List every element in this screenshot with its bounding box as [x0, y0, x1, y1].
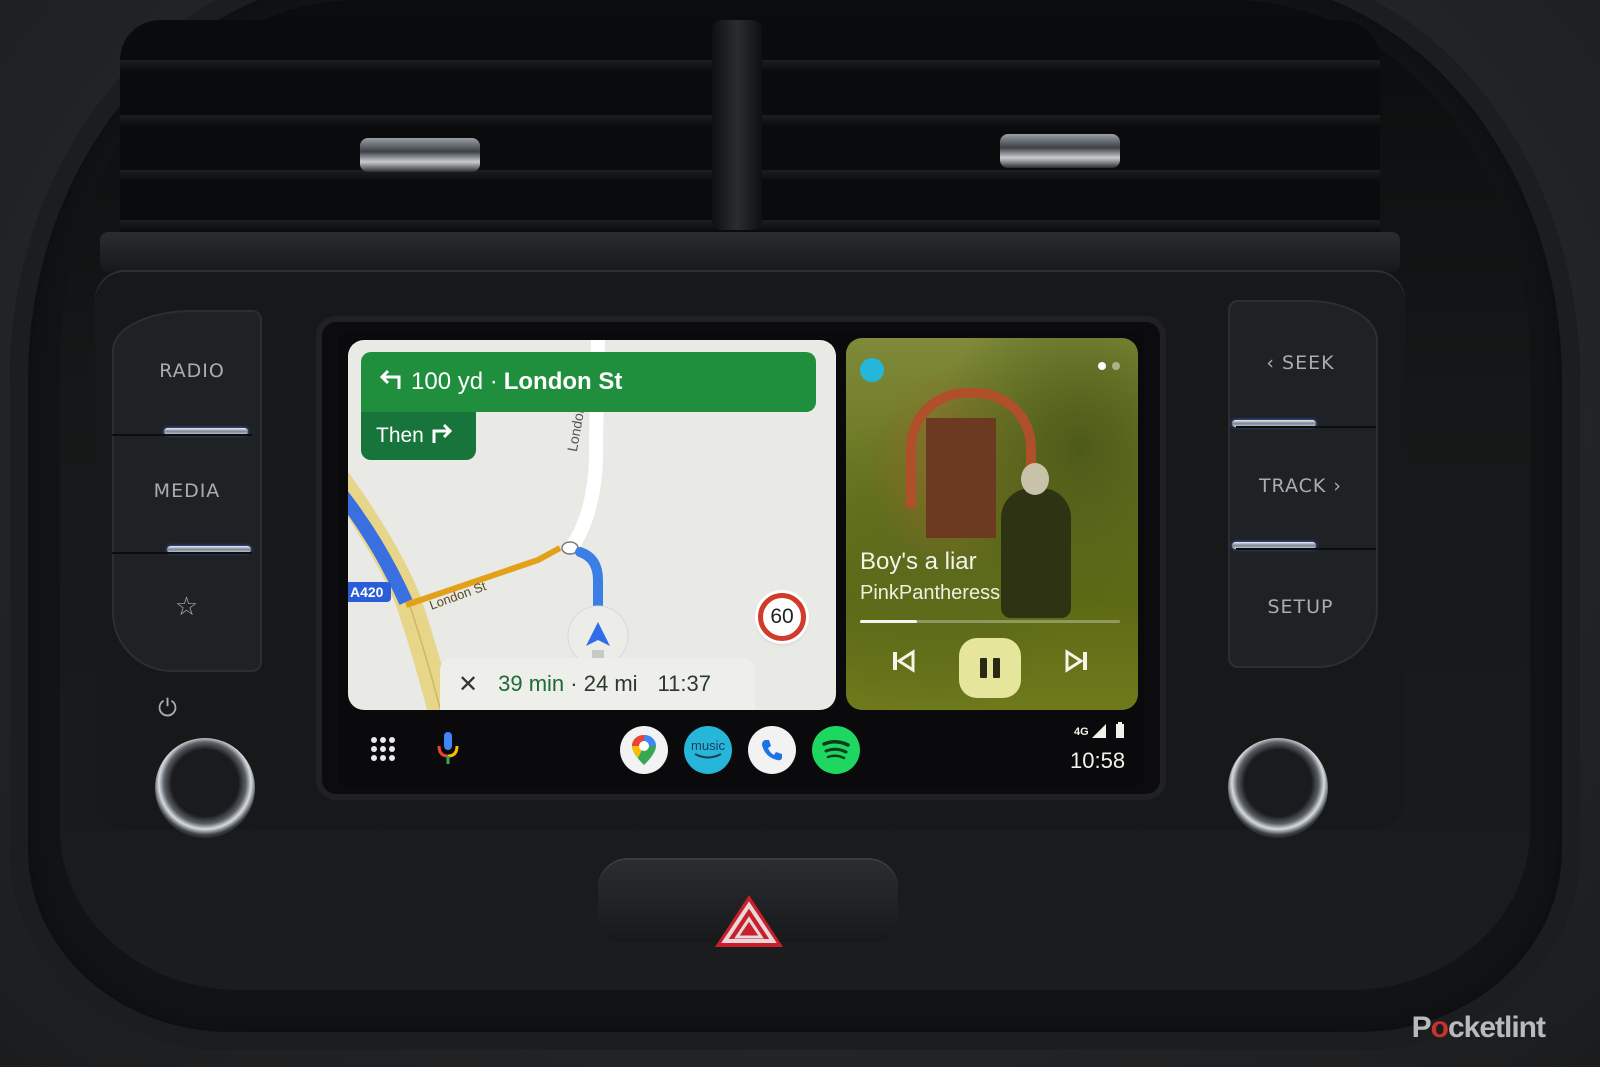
page-dot-active — [1098, 362, 1106, 370]
navigation-card[interactable]: A420 London St London St 100 yd · London… — [348, 340, 836, 710]
previous-track-button[interactable] — [890, 648, 916, 681]
vent-divider — [712, 20, 762, 230]
tune-knob[interactable] — [1228, 738, 1328, 838]
page-dot — [1112, 362, 1120, 370]
vent-lip — [100, 232, 1400, 272]
road-label-a420: A420 — [348, 582, 392, 602]
media-card[interactable]: Boy's a liar PinkPantheress — [846, 338, 1138, 710]
album-art-figure — [1001, 488, 1071, 618]
pause-icon-bar — [980, 658, 987, 678]
microphone-icon — [437, 732, 459, 764]
eta-bar[interactable]: ✕ 39 min · 24 mi 11:37 — [440, 658, 755, 710]
app-launcher-button[interactable] — [370, 736, 396, 767]
android-auto-screen: A420 London St London St 100 yd · London… — [338, 334, 1144, 786]
radio-button[interactable]: RADIO — [132, 360, 252, 382]
star-icon: ☆ — [174, 592, 200, 622]
button-separator — [1236, 426, 1376, 428]
phone-app-button[interactable] — [748, 726, 796, 774]
turn-left-icon — [377, 367, 403, 398]
eta-arrival-time: 11:37 — [657, 671, 711, 696]
speed-limit-sign: 60 — [758, 593, 806, 641]
seek-button[interactable]: ‹ SEEK — [1238, 352, 1363, 374]
network-type: 4G — [1074, 726, 1089, 738]
turn-instruction-banner[interactable]: 100 yd · London St — [361, 352, 816, 412]
page-indicator — [1098, 362, 1120, 370]
signal-icon — [1091, 724, 1106, 738]
then-instruction: Then — [361, 412, 476, 460]
playback-progress-fill — [860, 620, 918, 623]
hazard-button[interactable] — [713, 893, 785, 954]
amazon-music-app-button[interactable]: music — [684, 726, 732, 774]
right-button-panel: ‹ SEEK TRACK › SETUP — [1228, 300, 1378, 668]
assistant-button[interactable] — [436, 730, 460, 771]
close-navigation-icon[interactable]: ✕ — [458, 670, 478, 699]
watermark-text: cketlint — [1447, 1011, 1546, 1044]
skip-next-icon — [1065, 649, 1087, 673]
hazard-warning-icon — [715, 895, 783, 947]
power-icon: ⏻ — [158, 694, 178, 722]
eta-distance: 24 mi — [583, 671, 638, 696]
track-button[interactable]: TRACK › — [1238, 475, 1363, 497]
favorite-button[interactable]: ☆ — [127, 592, 247, 622]
playback-progress[interactable] — [860, 620, 1120, 623]
pocketlint-watermark: Pocketlint — [1411, 1011, 1546, 1045]
app-grid-icon — [371, 737, 395, 761]
turn-right-icon — [430, 422, 454, 450]
spotify-icon — [822, 740, 850, 760]
power-button[interactable]: ⏻ — [150, 694, 186, 722]
track-artist: PinkPantheress — [860, 582, 1001, 604]
maps-icon — [632, 735, 656, 765]
track-title: Boy's a liar — [860, 548, 977, 575]
amazon-music-source-icon — [860, 358, 884, 382]
button-separator — [1236, 548, 1376, 550]
map-road-london-st-orange — [405, 545, 562, 608]
eta-separator: · — [570, 671, 578, 696]
watermark-text: P — [1411, 1011, 1432, 1044]
battery-icon — [1115, 722, 1124, 738]
eta-duration: 39 min — [498, 671, 565, 696]
volume-knob[interactable] — [155, 738, 255, 838]
watermark-power-o: o — [1430, 1011, 1449, 1044]
maps-app-button[interactable] — [620, 726, 668, 774]
album-art-head — [1021, 463, 1049, 495]
next-track-button[interactable] — [1064, 648, 1090, 681]
speed-limit-value: 60 — [770, 605, 794, 628]
pause-button[interactable] — [959, 638, 1021, 698]
amazon-music-icon: music — [691, 738, 725, 753]
eta-summary: 39 min · 24 mi — [498, 671, 637, 697]
turn-distance: 100 yd · — [411, 368, 498, 395]
button-separator — [112, 552, 252, 554]
skip-previous-icon — [893, 649, 915, 673]
setup-button[interactable]: SETUP — [1238, 596, 1363, 618]
phone-icon — [762, 740, 782, 761]
spotify-app-button[interactable] — [812, 726, 860, 774]
taskbar: music 4G 10:58 — [338, 714, 1144, 786]
clock: 10:58 — [1070, 748, 1126, 773]
status-indicators: 4G — [1074, 722, 1125, 738]
button-separator — [112, 434, 252, 436]
album-art-door — [926, 418, 996, 538]
pause-icon-bar — [993, 658, 1000, 678]
left-button-panel: RADIO MEDIA ☆ — [112, 310, 262, 672]
then-label: Then — [376, 424, 424, 447]
vent-adjuster-right[interactable] — [1000, 134, 1120, 168]
media-button[interactable]: MEDIA — [127, 480, 247, 502]
vent-adjuster-left[interactable] — [360, 138, 480, 172]
turn-street: London St — [503, 368, 623, 395]
